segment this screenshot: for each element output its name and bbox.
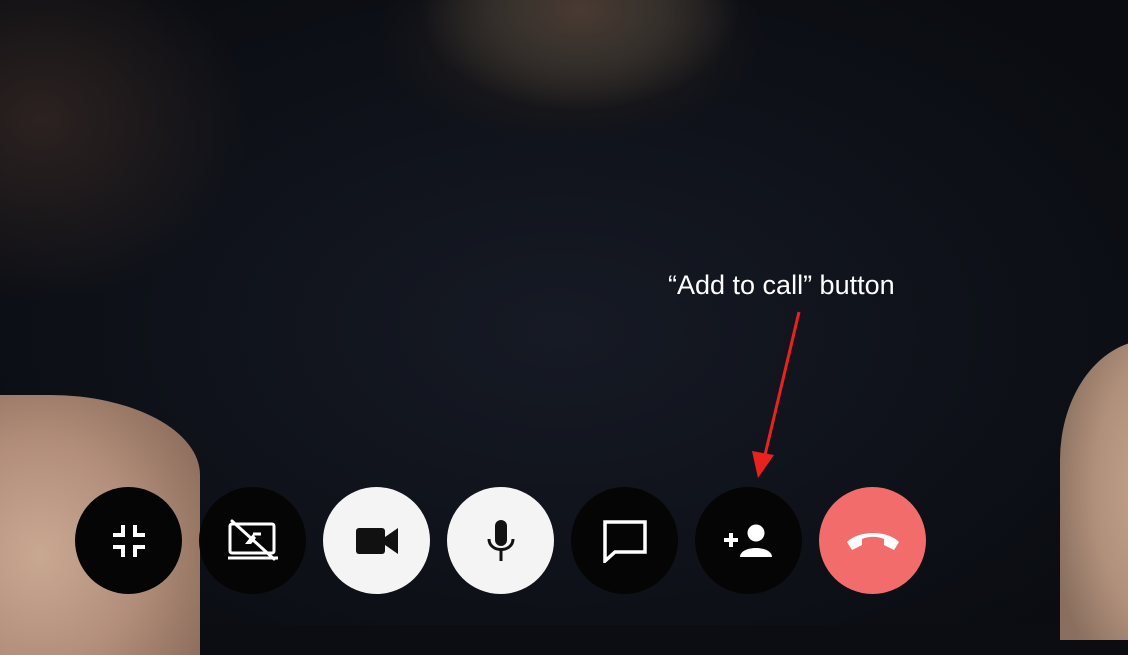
microphone-icon — [485, 519, 517, 563]
chat-button[interactable] — [571, 487, 678, 594]
annotation-label: “Add to call” button — [668, 270, 895, 300]
call-controls-bar — [75, 487, 926, 594]
microphone-button[interactable] — [447, 487, 554, 594]
add-to-call-button[interactable] — [695, 487, 802, 594]
chat-bubble-icon — [602, 519, 648, 563]
camera-button[interactable] — [323, 487, 430, 594]
add-person-icon — [721, 523, 777, 559]
end-call-button[interactable] — [819, 487, 926, 594]
exit-fullscreen-icon — [111, 523, 147, 559]
hang-up-phone-icon — [843, 528, 903, 554]
exit-fullscreen-button[interactable] — [75, 487, 182, 594]
video-camera-icon — [355, 526, 399, 556]
stop-screen-share-button[interactable] — [199, 487, 306, 594]
screen-share-off-icon — [223, 518, 283, 564]
